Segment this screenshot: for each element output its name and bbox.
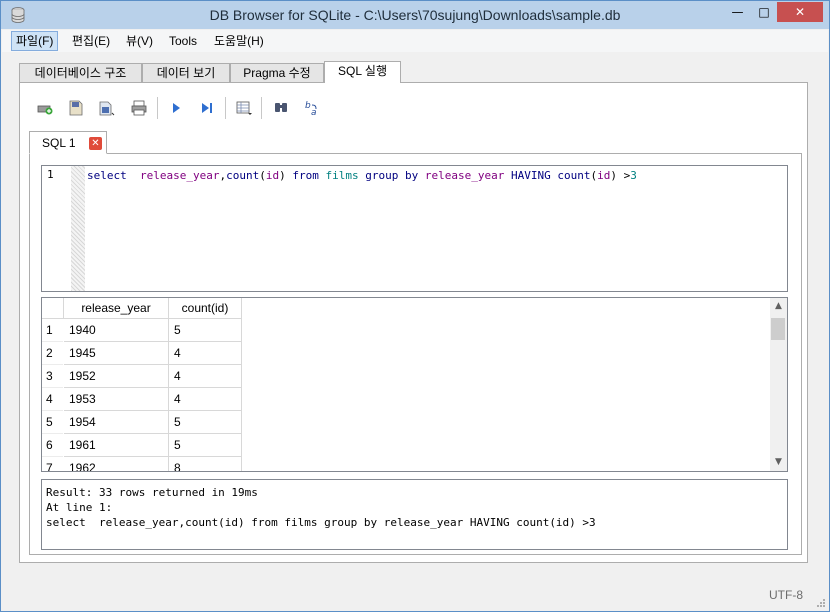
title-bar[interactable]: DB Browser for SQLite - C:\Users\70sujun… — [1, 1, 829, 29]
row-header[interactable]: 2 — [42, 342, 63, 365]
table-cell[interactable]: 1952 — [64, 365, 169, 388]
print-icon[interactable] — [130, 99, 148, 117]
sql-token: HAVING — [510, 169, 551, 182]
sql-token: count — [226, 169, 260, 182]
menu-view[interactable]: 뷰(V) — [122, 32, 157, 50]
open-tab-icon[interactable] — [36, 99, 54, 117]
tab-browse-data[interactable]: 데이터 보기 — [142, 63, 230, 82]
message-pane[interactable]: Result: 33 rows returned in 19ms At line… — [41, 479, 788, 550]
sql-token: group — [365, 169, 399, 182]
svg-text:a: a — [311, 108, 317, 117]
row-header[interactable]: 7 — [42, 457, 63, 471]
executed-query: select release_year,count(id) from films… — [46, 516, 596, 529]
execute-line-icon[interactable] — [198, 99, 216, 117]
column-header-count[interactable]: count(id) — [169, 298, 242, 319]
menu-help[interactable]: 도움말(H) — [210, 32, 268, 50]
toolbar-separator — [157, 97, 158, 119]
table-cell[interactable]: 1953 — [64, 388, 169, 411]
sql-token: 3 — [630, 169, 637, 182]
menu-tools[interactable]: Tools — [165, 32, 201, 50]
toolbar-separator — [225, 97, 226, 119]
table-cell[interactable]: 8 — [169, 457, 242, 471]
close-button[interactable]: ✕ — [777, 2, 823, 22]
close-tab-icon[interactable]: ✕ — [89, 137, 102, 150]
find-replace-icon[interactable]: ba — [304, 99, 322, 117]
results-scrollbar[interactable]: ▲ ▼ — [770, 298, 787, 471]
tab-edit-pragmas[interactable]: Pragma 수정 — [230, 63, 324, 82]
sql-token: from — [292, 169, 319, 182]
column-header-release-year[interactable]: release_year — [64, 298, 169, 319]
sql-token: id — [597, 169, 611, 182]
corner-header[interactable] — [42, 298, 64, 319]
line-gutter: 1 — [42, 166, 86, 291]
result-message: Result: 33 rows returned in 19ms — [46, 486, 258, 499]
sql-token: select — [87, 169, 127, 182]
row-header[interactable]: 6 — [42, 434, 63, 457]
save-results-icon[interactable] — [235, 99, 253, 117]
sql-token: ) — [279, 169, 286, 182]
table-cell[interactable]: 4 — [169, 342, 242, 365]
find-icon[interactable] — [272, 99, 290, 117]
app-window: DB Browser for SQLite - C:\Users\70sujun… — [0, 0, 830, 612]
row-header[interactable]: 3 — [42, 365, 63, 388]
row-header[interactable]: 5 — [42, 411, 63, 434]
encoding-status: UTF-8 — [769, 588, 803, 602]
line-message: At line 1: — [46, 501, 113, 514]
sql-token: ) — [610, 169, 617, 182]
row-header[interactable]: 1 — [42, 319, 63, 342]
sql-tab-content: 1 select release_year,count(id) from fil… — [29, 153, 802, 555]
table-cell[interactable]: 4 — [169, 388, 242, 411]
tab-execute-sql[interactable]: SQL 실행 — [324, 61, 401, 83]
sql-token: release_year — [140, 169, 220, 182]
table-cell[interactable]: 1962 — [64, 457, 169, 471]
sql-token: release_year — [424, 169, 505, 182]
table-cell[interactable]: 5 — [169, 319, 242, 342]
scroll-down-icon[interactable]: ▼ — [770, 454, 787, 471]
scroll-up-icon[interactable]: ▲ — [770, 298, 787, 315]
execute-all-icon[interactable] — [167, 99, 185, 117]
table-cell[interactable]: 5 — [169, 411, 242, 434]
minimize-button[interactable]: — — [724, 2, 751, 22]
menu-file[interactable]: 파일(F) — [11, 31, 59, 51]
sql-token: ( — [259, 169, 266, 182]
scroll-thumb[interactable] — [771, 318, 785, 340]
table-cell[interactable]: 1961 — [64, 434, 169, 457]
line-number: 1 — [47, 168, 54, 181]
fold-margin — [71, 166, 85, 291]
execute-sql-panel: ba SQL 1 ✕ 1 select release_year,count(i… — [19, 82, 808, 563]
maximize-button[interactable]: □ — [751, 2, 777, 22]
sql-tab-label: SQL 1 — [42, 136, 76, 150]
open-sql-icon[interactable] — [67, 99, 85, 117]
table-cell[interactable]: 4 — [169, 365, 242, 388]
sql-editor[interactable]: 1 select release_year,count(id) from fil… — [41, 165, 788, 292]
sql-token: count — [557, 169, 591, 182]
table-cell[interactable]: 1940 — [64, 319, 169, 342]
menu-bar: 파일(F) 편집(E) 뷰(V) Tools 도움말(H) — [2, 30, 828, 52]
tab-database-structure[interactable]: 데이터베이스 구조 — [19, 63, 142, 82]
menu-edit[interactable]: 편집(E) — [68, 32, 114, 50]
sql-token: films — [325, 169, 359, 182]
sql-token: id — [265, 169, 280, 182]
table-cell[interactable]: 1954 — [64, 411, 169, 434]
sql-token: by — [404, 169, 419, 182]
window-title: DB Browser for SQLite - C:\Users\70sujun… — [209, 7, 621, 23]
save-sql-icon[interactable] — [98, 99, 116, 117]
table-cell[interactable]: 1945 — [64, 342, 169, 365]
tab-sql-1[interactable]: SQL 1 ✕ — [29, 131, 107, 154]
sql-code: select release_year,count(id) from films… — [87, 169, 637, 182]
resize-grip-icon[interactable] — [816, 598, 826, 608]
results-table: release_year count(id) 1 1940 5 2 1945 4… — [41, 297, 788, 472]
row-header[interactable]: 4 — [42, 388, 63, 411]
table-cell[interactable]: 5 — [169, 434, 242, 457]
toolbar-separator — [261, 97, 262, 119]
